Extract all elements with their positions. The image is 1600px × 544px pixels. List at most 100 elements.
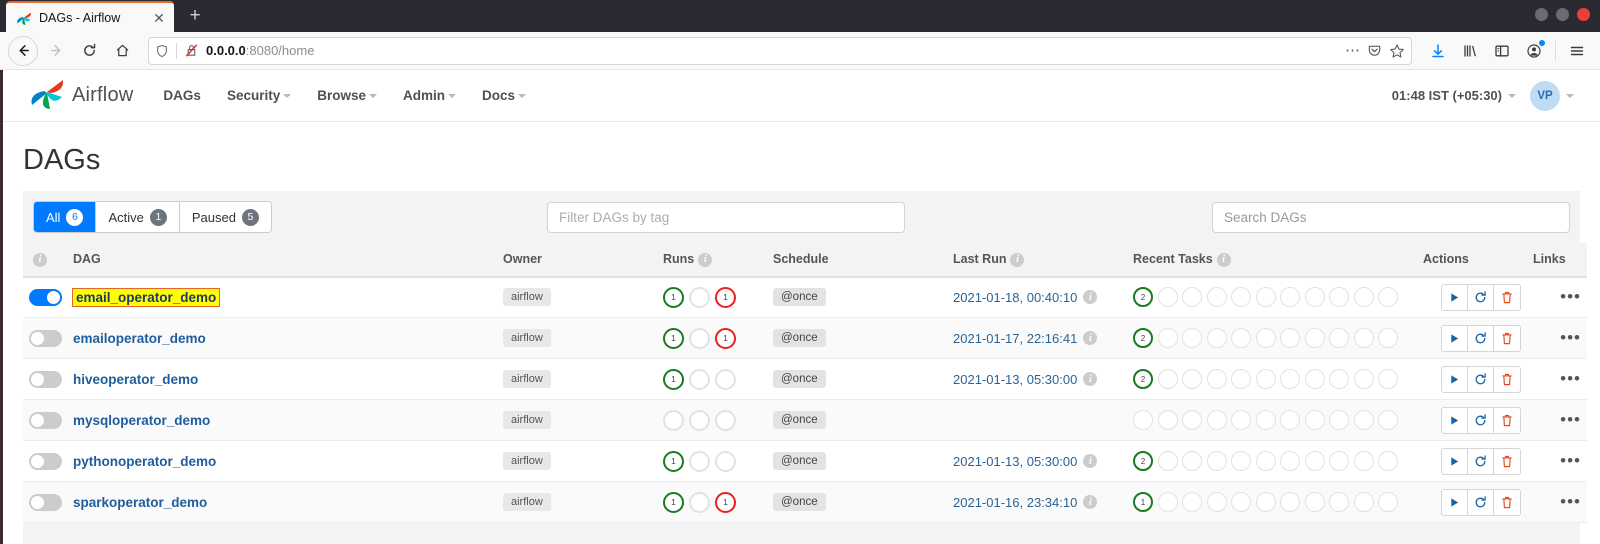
task-circle-empty[interactable] bbox=[1182, 328, 1202, 349]
home-icon[interactable] bbox=[107, 36, 137, 66]
task-circle-empty[interactable] bbox=[1206, 369, 1227, 390]
star-icon[interactable] bbox=[1389, 43, 1405, 59]
header-last-run[interactable]: Last Run i bbox=[947, 243, 1127, 278]
pause-toggle[interactable] bbox=[29, 411, 62, 429]
pause-toggle[interactable] bbox=[29, 370, 62, 388]
task-circle-empty[interactable] bbox=[1255, 369, 1276, 390]
refresh-dag-button[interactable] bbox=[1468, 325, 1494, 351]
pause-toggle[interactable] bbox=[29, 493, 62, 511]
owner-badge[interactable]: airflow bbox=[503, 411, 551, 430]
pocket-icon[interactable] bbox=[1367, 43, 1382, 58]
task-circle-empty[interactable] bbox=[1378, 328, 1398, 349]
task-circle-empty[interactable] bbox=[1255, 287, 1276, 308]
run-circle-empty[interactable] bbox=[663, 409, 684, 431]
task-circle-empty[interactable] bbox=[1304, 451, 1325, 472]
info-icon[interactable]: i bbox=[1083, 331, 1098, 346]
reload-icon[interactable] bbox=[74, 36, 104, 66]
more-links-button[interactable]: ••• bbox=[1550, 411, 1581, 428]
trigger-dag-button[interactable] bbox=[1442, 325, 1468, 351]
dag-link[interactable]: sparkoperator_demo bbox=[73, 495, 207, 510]
delete-dag-button[interactable] bbox=[1494, 408, 1520, 433]
last-run-value[interactable]: 2021-01-18, 00:40:10 i bbox=[953, 290, 1098, 305]
hamburger-menu-icon[interactable] bbox=[1562, 36, 1592, 66]
task-circle-empty[interactable] bbox=[1157, 410, 1178, 431]
refresh-dag-button[interactable] bbox=[1468, 366, 1494, 392]
refresh-dag-button[interactable] bbox=[1468, 407, 1494, 433]
dag-link[interactable]: hiveoperator_demo bbox=[73, 372, 198, 387]
filter-all-button[interactable]: All 6 bbox=[34, 202, 97, 232]
user-menu[interactable]: VP bbox=[1530, 80, 1574, 111]
nav-item-security[interactable]: Security bbox=[227, 88, 292, 103]
task-circle-empty[interactable] bbox=[1304, 287, 1325, 308]
run-circle-empty[interactable] bbox=[715, 368, 736, 390]
library-icon[interactable] bbox=[1455, 36, 1485, 66]
delete-dag-button[interactable] bbox=[1494, 490, 1520, 515]
run-circle-success[interactable]: 1 bbox=[663, 450, 684, 472]
task-circle-empty[interactable] bbox=[1280, 328, 1300, 349]
delete-dag-button[interactable] bbox=[1494, 449, 1520, 474]
pause-toggle[interactable] bbox=[29, 329, 62, 347]
task-circle-empty[interactable] bbox=[1206, 287, 1227, 308]
task-circle-empty[interactable] bbox=[1231, 492, 1251, 513]
more-links-button[interactable]: ••• bbox=[1550, 493, 1581, 510]
run-circle-empty[interactable] bbox=[715, 450, 736, 472]
task-circle-empty[interactable] bbox=[1182, 492, 1202, 513]
task-circle-empty[interactable] bbox=[1280, 492, 1300, 513]
sidebar-icon[interactable] bbox=[1487, 36, 1517, 66]
run-circle-empty[interactable] bbox=[715, 409, 736, 431]
header-recent-tasks[interactable]: Recent Tasks i bbox=[1127, 243, 1417, 278]
task-circle-empty[interactable] bbox=[1329, 451, 1349, 472]
dag-link[interactable]: emailoperator_demo bbox=[73, 331, 206, 346]
filter-paused-button[interactable]: Paused 5 bbox=[179, 202, 271, 232]
task-circle-empty[interactable] bbox=[1206, 328, 1227, 349]
task-circle-empty[interactable] bbox=[1255, 451, 1276, 472]
run-circle-empty[interactable] bbox=[689, 491, 710, 513]
browser-tab[interactable]: DAGs - Airflow ✕ bbox=[6, 1, 174, 32]
run-circle-failed[interactable]: 1 bbox=[715, 286, 736, 308]
owner-badge[interactable]: airflow bbox=[503, 452, 551, 471]
refresh-dag-button[interactable] bbox=[1468, 284, 1494, 310]
dag-link[interactable]: pythonoperator_demo bbox=[73, 454, 216, 469]
run-circle-empty[interactable] bbox=[689, 327, 710, 349]
info-icon[interactable]: i bbox=[33, 252, 47, 267]
run-circle-empty[interactable] bbox=[689, 286, 710, 308]
dag-link[interactable]: email_operator_demo bbox=[71, 287, 221, 307]
task-circle-empty[interactable] bbox=[1353, 287, 1374, 308]
run-circle-success[interactable]: 1 bbox=[663, 286, 684, 308]
task-circle-empty[interactable] bbox=[1231, 369, 1251, 390]
task-circle-empty[interactable] bbox=[1378, 410, 1398, 431]
close-icon[interactable]: ✕ bbox=[150, 9, 168, 27]
trigger-dag-button[interactable] bbox=[1442, 489, 1468, 515]
task-circle-empty[interactable] bbox=[1329, 328, 1349, 349]
task-circle-empty[interactable] bbox=[1231, 287, 1251, 308]
task-circle-empty[interactable] bbox=[1280, 369, 1300, 390]
more-links-button[interactable]: ••• bbox=[1550, 329, 1581, 346]
task-circle-empty[interactable] bbox=[1378, 492, 1398, 513]
task-circle-empty[interactable] bbox=[1304, 328, 1325, 349]
insecure-connection-icon[interactable] bbox=[184, 43, 199, 58]
airflow-brand[interactable]: Airflow bbox=[29, 75, 133, 116]
minimize-button[interactable] bbox=[1535, 8, 1548, 21]
task-circle-empty[interactable] bbox=[1329, 369, 1349, 390]
run-circle-success[interactable]: 1 bbox=[663, 368, 684, 390]
task-circle-empty[interactable] bbox=[1206, 492, 1227, 513]
header-dag[interactable]: DAG bbox=[67, 243, 497, 278]
run-circle-empty[interactable] bbox=[689, 450, 710, 472]
pause-toggle[interactable] bbox=[29, 452, 62, 470]
info-icon[interactable]: i bbox=[1083, 454, 1098, 469]
task-circle-empty[interactable] bbox=[1378, 451, 1398, 472]
task-circle-empty[interactable] bbox=[1378, 369, 1398, 390]
task-circle-empty[interactable] bbox=[1329, 492, 1349, 513]
nav-item-dags[interactable]: DAGs bbox=[163, 88, 201, 103]
task-circle-empty[interactable] bbox=[1304, 410, 1325, 431]
task-circle-empty[interactable] bbox=[1157, 328, 1178, 349]
header-schedule[interactable]: Schedule bbox=[767, 243, 947, 278]
header-runs[interactable]: Runs i bbox=[657, 243, 767, 278]
refresh-dag-button[interactable] bbox=[1468, 448, 1494, 474]
close-window-button[interactable] bbox=[1577, 8, 1590, 21]
task-circle-empty[interactable] bbox=[1182, 287, 1202, 308]
header-owner[interactable]: Owner bbox=[497, 243, 657, 278]
delete-dag-button[interactable] bbox=[1494, 285, 1520, 310]
download-icon[interactable] bbox=[1423, 36, 1453, 66]
last-run-value[interactable]: 2021-01-13, 05:30:00 i bbox=[953, 372, 1098, 387]
